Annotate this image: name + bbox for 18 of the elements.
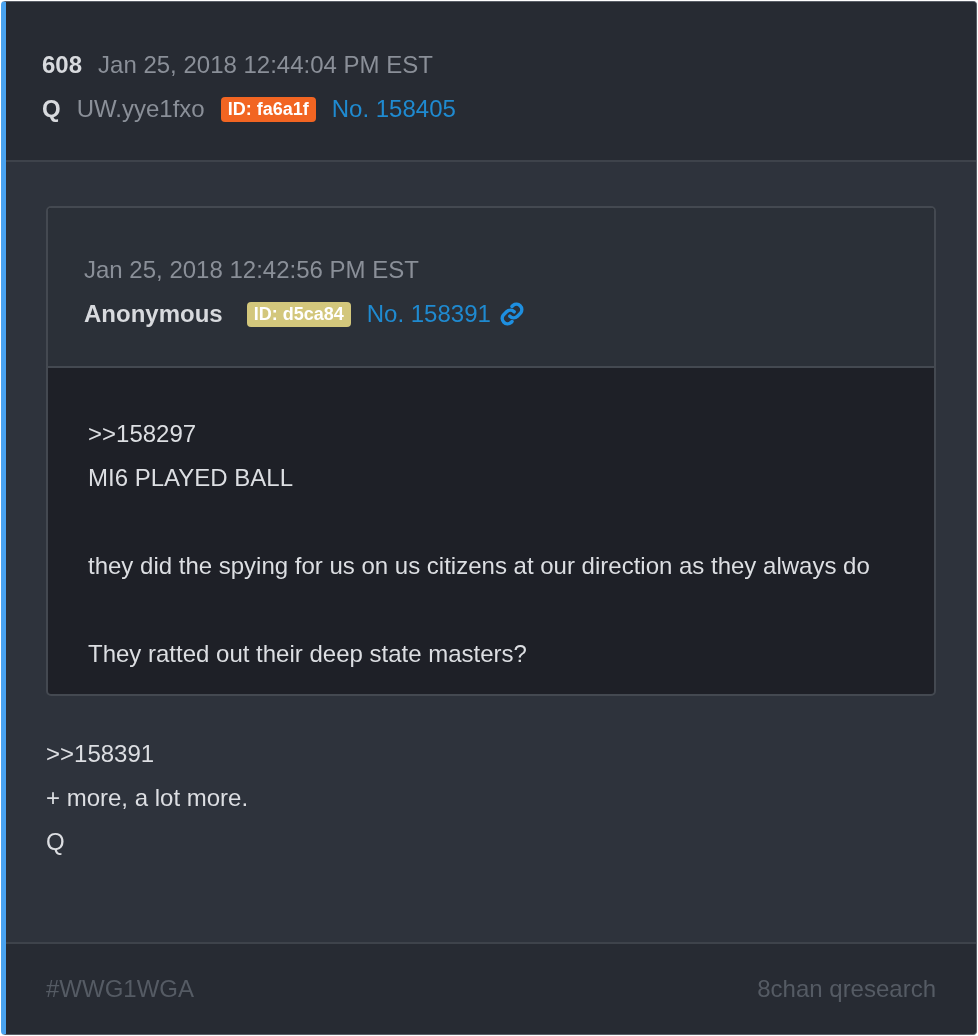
- link-icon[interactable]: [498, 301, 525, 327]
- quote-text: they did the spying for us on us citizens at our direction as they always do: [88, 551, 871, 581]
- post-number: 608: [42, 51, 83, 79]
- post-text: >>158391: [46, 739, 156, 769]
- post-link[interactable]: No. 158391: [366, 300, 491, 328]
- quote-text: MI6 PLAYED BALL: [88, 463, 294, 493]
- author-name: Q: [42, 95, 61, 123]
- tripcode: UW.yye1fxo: [76, 95, 205, 123]
- post-link[interactable]: No. 158405: [331, 95, 456, 123]
- quote-text: >>158297: [88, 419, 198, 449]
- post-text: Q: [46, 827, 66, 857]
- author-name: Anonymous: [84, 300, 223, 328]
- quote-text: They ratted out their deep state masters?: [88, 639, 528, 669]
- id-badge: ID: fa6a1f: [220, 96, 316, 122]
- post-date: Jan 25, 2018 12:44:04 PM EST: [98, 51, 433, 79]
- post-text: + more, a lot more.: [46, 783, 250, 813]
- id-badge: ID: d5ca84: [246, 301, 351, 327]
- quote-date: Jan 25, 2018 12:42:56 PM EST: [84, 256, 419, 284]
